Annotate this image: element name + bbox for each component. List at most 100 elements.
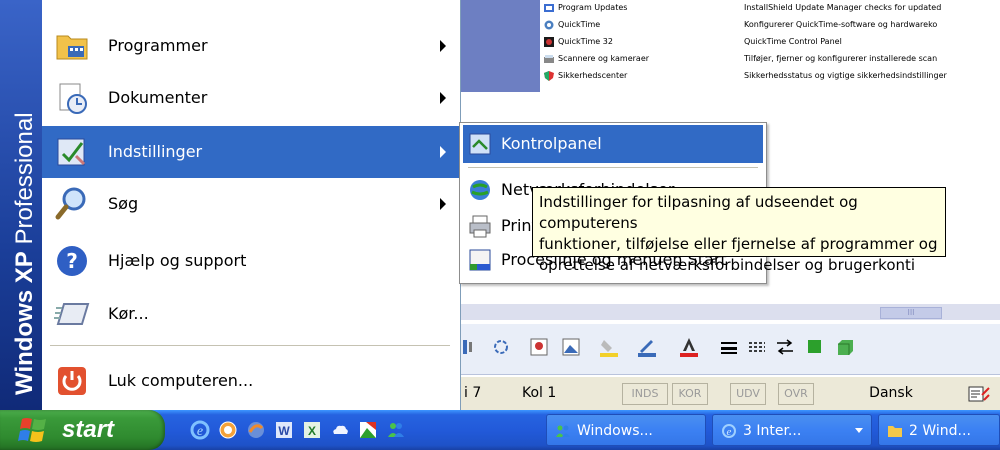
security-center-icon xyxy=(544,71,554,81)
task-button-windows[interactable]: Windows... xyxy=(546,414,706,446)
folder-icon xyxy=(888,426,902,437)
ie-icon[interactable]: e xyxy=(190,420,210,440)
align-icon[interactable] xyxy=(460,336,482,358)
cpl-row-description: QuickTime Control Panel xyxy=(744,37,842,46)
cpl-row-name: Program Updates xyxy=(558,3,628,12)
firefox-icon[interactable] xyxy=(246,420,266,440)
menu-item-soeg[interactable]: Søg xyxy=(42,178,460,230)
start-button[interactable]: start xyxy=(0,410,165,450)
line-style-icon[interactable] xyxy=(718,336,740,358)
menu-item-hjaelp[interactable]: ? Hjælp og support xyxy=(42,235,460,287)
shadow-icon[interactable] xyxy=(804,336,826,358)
taskbar-icon xyxy=(469,249,491,271)
cpl-row[interactable]: Program Updates InstallShield Update Man… xyxy=(540,2,1000,14)
spelling-check-icon[interactable] xyxy=(968,386,990,402)
task-button-internet-explorer[interactable]: e 3 Inter... xyxy=(712,414,872,446)
menu-item-label: Dokumenter xyxy=(108,88,208,107)
menu-item-luk-computeren[interactable]: Luk computeren... xyxy=(42,355,460,407)
submenu-arrow-icon xyxy=(440,92,446,104)
cpl-row-name: Scannere og kameraer xyxy=(558,54,650,63)
submenu-item-kontrolpanel[interactable]: Kontrolpanel xyxy=(463,125,763,163)
tooltip: Indstillinger for tilpasning af udseende… xyxy=(532,187,946,274)
start-menu-sidebar: Windows XP Professional xyxy=(0,0,42,410)
cpl-row[interactable]: QuickTime Konfigurerer QuickTime-softwar… xyxy=(540,19,1000,31)
status-column: Kol 1 xyxy=(522,385,557,401)
dash-style-icon[interactable] xyxy=(746,336,768,358)
status-indicator-inds[interactable]: INDS xyxy=(622,383,668,405)
submenu-arrow-icon xyxy=(440,146,446,158)
formatting-toolbar xyxy=(460,324,1000,375)
task-label: 3 Inter... xyxy=(743,423,802,439)
image-icon[interactable] xyxy=(358,420,378,440)
svg-text:e: e xyxy=(727,426,732,438)
cpl-row[interactable]: Sikkerhedscenter Sikkerhedsstatus og vig… xyxy=(540,70,1000,82)
rotate-icon[interactable] xyxy=(490,336,512,358)
cpl-row-description: Tilføjer, fjerner og konfigurerer instal… xyxy=(744,54,938,63)
tooltip-line: funktioner, tilføjelse eller fjernelse a… xyxy=(539,235,938,253)
font-color-icon[interactable] xyxy=(678,336,700,358)
cpl-row-name: QuickTime 32 xyxy=(558,37,613,46)
quicktime-icon xyxy=(544,20,554,30)
control-panel-list: Program Updates InstallShield Update Man… xyxy=(460,0,1000,93)
menu-item-koer[interactable]: Kør... xyxy=(42,288,460,340)
status-indicator-kor[interactable]: KOR xyxy=(672,383,708,405)
svg-text:e: e xyxy=(197,424,203,439)
picture-icon[interactable] xyxy=(528,336,550,358)
menu-item-label: Hjælp og support xyxy=(108,251,247,270)
documents-icon xyxy=(59,83,87,114)
cpl-row[interactable]: Scannere og kameraer Tilføjer, fjerner o… xyxy=(540,53,1000,65)
cpl-row-name: Sikkerhedscenter xyxy=(558,71,628,80)
start-label: start xyxy=(62,416,115,443)
3d-style-icon[interactable] xyxy=(834,336,856,358)
status-language[interactable]: Dansk xyxy=(846,381,936,405)
control-panel-icon xyxy=(469,133,491,155)
svg-text:W: W xyxy=(278,424,290,438)
help-icon: ? xyxy=(57,246,87,276)
control-panel-icon-strip xyxy=(460,0,540,92)
brand-bold: Windows XP xyxy=(11,251,38,395)
scrollbar-thumb[interactable]: III xyxy=(880,307,942,319)
search-icon xyxy=(55,187,86,220)
svg-text:?: ? xyxy=(66,249,78,273)
menu-item-label: Søg xyxy=(108,194,139,213)
menu-separator xyxy=(50,345,450,346)
msn-icon xyxy=(556,425,570,437)
line-color-icon[interactable] xyxy=(636,336,658,358)
status-indicator-ovr[interactable]: OVR xyxy=(778,383,814,405)
printer-icon xyxy=(469,215,491,238)
clock-icon[interactable] xyxy=(218,420,238,440)
submenu-separator xyxy=(468,167,758,168)
task-button-explorer[interactable]: 2 Wind... xyxy=(878,414,1000,446)
fill-color-icon[interactable] xyxy=(598,336,620,358)
menu-item-programmer[interactable]: Programmer xyxy=(42,20,460,72)
cpl-row-name: QuickTime xyxy=(558,20,601,29)
menu-item-label: Kør... xyxy=(108,304,149,323)
insert-picture-icon[interactable] xyxy=(560,336,582,358)
status-line: i 7 xyxy=(464,385,482,401)
horizontal-scrollbar[interactable]: III xyxy=(460,304,1000,320)
word-icon[interactable]: W xyxy=(274,420,294,440)
cpl-row[interactable]: QuickTime 32 QuickTime Control Panel xyxy=(540,36,1000,48)
program-updates-icon xyxy=(544,4,554,12)
tooltip-line: oprettelse af netværksforbindelser og br… xyxy=(539,256,916,274)
menu-item-dokumenter[interactable]: Dokumenter xyxy=(42,72,460,124)
windows-logo-icon xyxy=(18,418,46,442)
programs-folder-icon xyxy=(56,35,88,60)
status-bar: i 7 Kol 1 INDS KOR UDV OVR Dansk xyxy=(460,376,1000,411)
task-group-dropdown-icon[interactable] xyxy=(855,428,863,433)
arrow-style-icon[interactable] xyxy=(774,336,796,358)
tooltip-line: Indstillinger for tilpasning af udseende… xyxy=(539,193,858,232)
msn-icon[interactable] xyxy=(386,420,406,440)
brand-rest: Professional xyxy=(11,112,38,252)
excel-icon[interactable]: X xyxy=(302,420,322,440)
cloud-icon[interactable] xyxy=(330,420,350,440)
menu-item-label: Programmer xyxy=(108,36,208,55)
svg-text:X: X xyxy=(308,424,316,438)
menu-item-indstillinger[interactable]: Indstillinger xyxy=(42,126,460,178)
status-indicator-udv[interactable]: UDV xyxy=(730,383,766,405)
submenu-item-label: Kontrolpanel xyxy=(501,134,602,153)
scanner-icon xyxy=(544,55,554,63)
submenu-arrow-icon xyxy=(440,40,446,52)
menu-item-label: Indstillinger xyxy=(108,142,203,161)
network-icon xyxy=(470,180,490,200)
